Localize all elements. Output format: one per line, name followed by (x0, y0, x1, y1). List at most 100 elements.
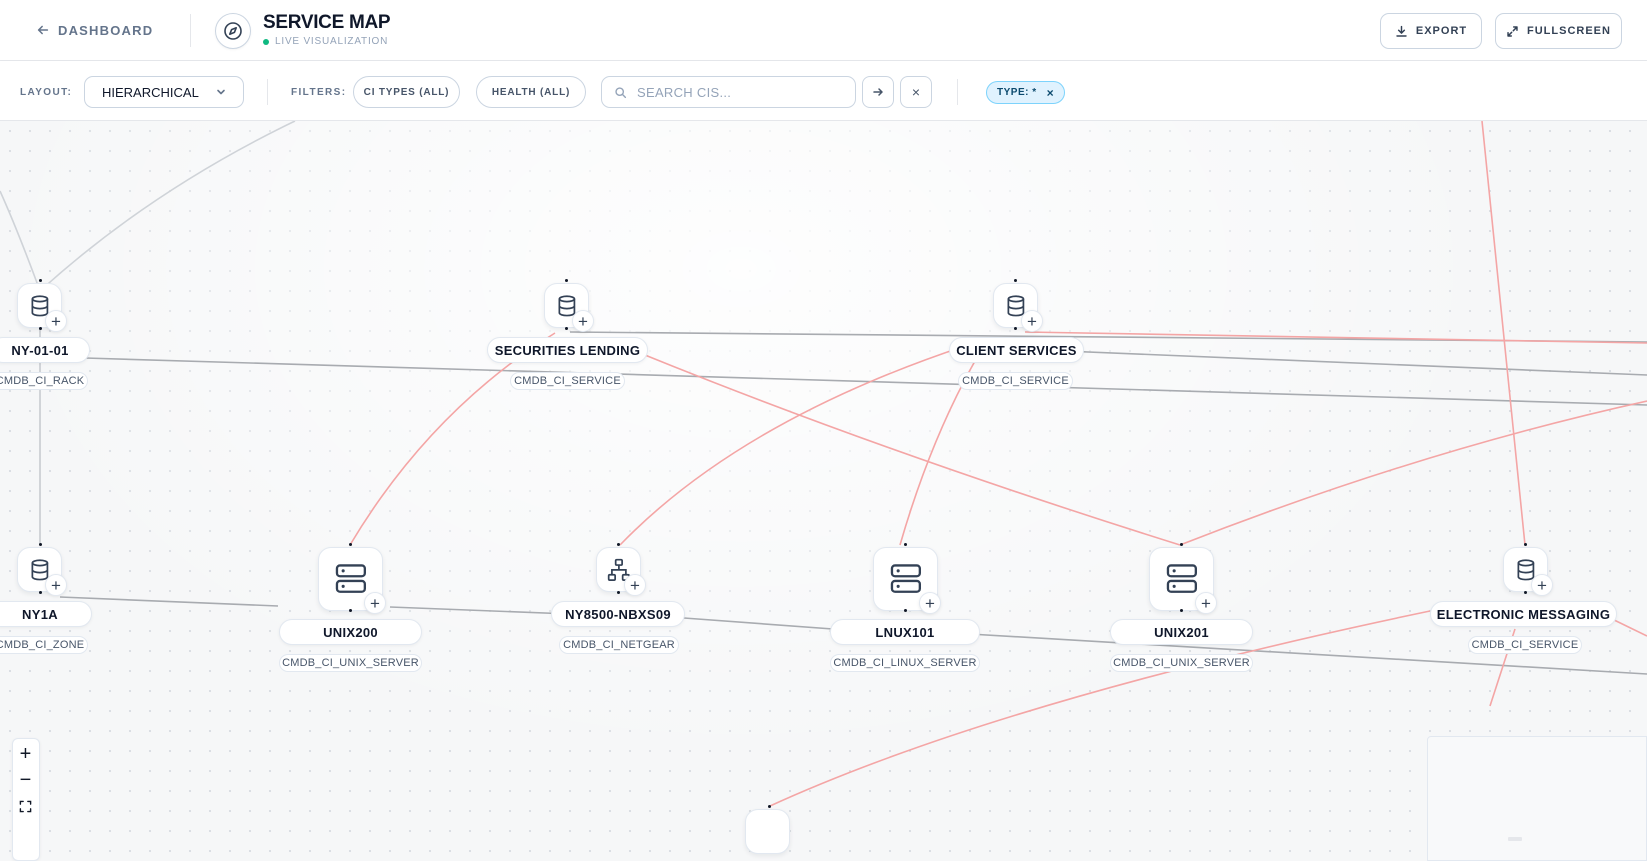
edge-layer (0, 121, 1647, 807)
zoom-out-button[interactable]: − (13, 767, 38, 793)
remove-chip-icon[interactable]: × (1047, 86, 1055, 100)
node-name: NY-01-01 (0, 337, 90, 363)
expand-icon (1507, 25, 1518, 37)
node-port (1180, 609, 1183, 612)
node-port (1524, 543, 1527, 546)
layout-value: HIERARCHICAL (102, 84, 199, 100)
page-subtitle: LIVE VISUALIZATION (263, 36, 388, 47)
layout-select[interactable]: HIERARCHICAL (84, 76, 244, 108)
node-name: UNIX200 (279, 619, 422, 645)
filter-toolbar: LAYOUT: HIERARCHICAL FILTERS: CI TYPES (… (0, 61, 1647, 121)
clear-search-button[interactable]: × (900, 76, 932, 108)
type-chip-label: TYPE: * (997, 87, 1037, 98)
node-port (768, 805, 771, 808)
toolbar-divider (957, 79, 958, 105)
expand-node-button[interactable]: + (624, 574, 646, 596)
export-label: EXPORT (1415, 25, 1468, 37)
health-filter-button[interactable]: HEALTH (ALL) (476, 76, 586, 108)
expand-node-button[interactable]: + (1021, 310, 1043, 332)
expand-node-button[interactable]: + (1195, 592, 1217, 614)
node-port (39, 327, 42, 330)
export-button[interactable]: EXPORT (1380, 13, 1482, 49)
subtitle-text: LIVE VISUALIZATION (275, 36, 389, 47)
expand-node-button[interactable]: + (919, 592, 941, 614)
node-name: LNUX101 (830, 619, 980, 645)
compass-icon (215, 13, 251, 49)
fit-view-icon (19, 800, 32, 812)
fullscreen-label: FULLSCREEN (1527, 25, 1611, 37)
edge-normal (59, 596, 279, 607)
edge-alert (629, 348, 1181, 546)
node-port (1180, 543, 1183, 546)
back-label: DASHBOARD (58, 22, 154, 38)
node-name: NY8500-NBXS09 (551, 601, 685, 627)
node-type: CMDB_CI_NETGEAR (559, 636, 679, 654)
header: DASHBOARD SERVICE MAP LIVE VISUALIZATION… (0, 0, 1647, 61)
fit-view-button[interactable] (13, 793, 38, 819)
node-type: CMDB_CI_SERVICE (958, 372, 1073, 390)
node-port (565, 327, 568, 330)
zoom-in-button[interactable]: + (13, 741, 38, 767)
node-port (39, 279, 42, 282)
expand-node-button[interactable]: + (1531, 574, 1553, 596)
minimap[interactable] (1427, 736, 1647, 861)
arrow-left-icon (37, 25, 49, 35)
edge-alert (1481, 121, 1526, 546)
back-to-dashboard-link[interactable]: DASHBOARD (36, 20, 153, 40)
node-type: CMDB_CI_UNIX_SERVER (1110, 654, 1253, 672)
search-input[interactable] (637, 84, 837, 100)
node-name: NY1A (0, 601, 92, 627)
node-port (1524, 591, 1527, 594)
service-map-canvas[interactable]: + NY-01-01 CMDB_CI_RACK + SECURITIES LEN… (0, 121, 1647, 861)
toolbar-divider (267, 79, 268, 105)
node-port (39, 591, 42, 594)
edge-faint (39, 121, 296, 292)
node-port (349, 609, 352, 612)
node-port (1014, 279, 1017, 282)
node-port (349, 543, 352, 546)
chevron-down-icon (217, 89, 225, 95)
header-divider (190, 14, 191, 47)
node-port (617, 543, 620, 546)
type-filter-chip: TYPE: * × (986, 81, 1066, 104)
node-name: ELECTRONIC MESSAGING (1430, 601, 1617, 627)
node-type: CMDB_CI_SERVICE (1468, 636, 1582, 654)
arrow-right-icon (873, 88, 883, 96)
node-type: CMDB_CI_UNIX_SERVER (279, 654, 422, 672)
ci-types-filter-button[interactable]: CI TYPES (ALL) (353, 76, 460, 108)
edge-normal (389, 606, 571, 615)
node-name: CLIENT SERVICES (949, 337, 1084, 363)
expand-node-button[interactable]: + (45, 574, 67, 596)
node-name: UNIX201 (1110, 619, 1253, 645)
expand-node-button[interactable]: + (45, 310, 67, 332)
node-type: CMDB_CI_SERVICE (510, 372, 625, 390)
node-type: CMDB_CI_ZONE (0, 636, 88, 654)
minimap-viewport[interactable] (1508, 837, 1522, 841)
node-type: CMDB_CI_RACK (0, 372, 88, 390)
edge-normal (1039, 349, 1647, 376)
edge-alert (349, 332, 556, 546)
zoom-controls: + − (12, 738, 40, 861)
node-icon[interactable] (745, 809, 790, 854)
layout-label: LAYOUT: (20, 87, 73, 98)
live-status-dot (263, 38, 269, 45)
node-port (904, 543, 907, 546)
page-title: SERVICE MAP (263, 12, 391, 33)
node-port (39, 543, 42, 546)
fullscreen-button[interactable]: FULLSCREEN (1495, 13, 1622, 49)
search-submit-button[interactable] (862, 76, 894, 108)
node-port (617, 591, 620, 594)
node-port (904, 609, 907, 612)
node-type: CMDB_CI_LINUX_SERVER (830, 654, 980, 672)
node-name: SECURITIES LENDING (487, 337, 648, 363)
download-icon (1396, 25, 1407, 37)
edge-faint (0, 190, 41, 292)
filters-label: FILTERS: (291, 87, 347, 98)
edge-alert (1609, 617, 1647, 637)
expand-node-button[interactable]: + (364, 592, 386, 614)
node-port (565, 279, 568, 282)
expand-node-button[interactable]: + (572, 310, 594, 332)
node-port (1014, 327, 1017, 330)
edge-alert (1179, 400, 1647, 546)
search-icon (615, 86, 627, 98)
